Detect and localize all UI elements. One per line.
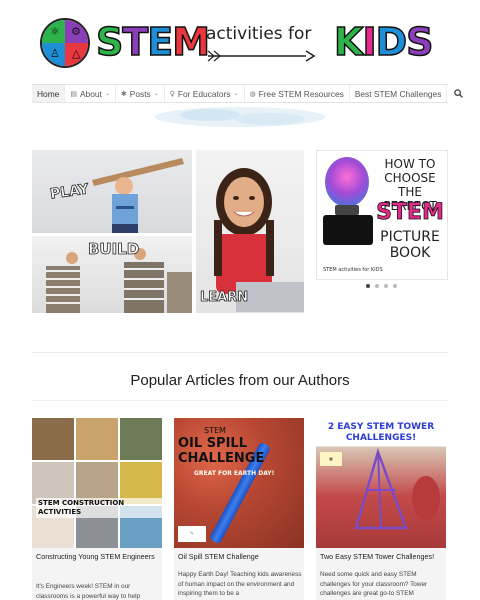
thumbnail-subtitle: GREAT FOR EARTH DAY! bbox=[194, 470, 275, 477]
learn-word: LEARN bbox=[200, 290, 249, 306]
logo-emblem-icon[interactable]: ⚛ ⚙ ♙ △ bbox=[40, 18, 90, 68]
learn-photo bbox=[214, 168, 304, 312]
slide-logo: STEM activities for KIDS bbox=[323, 267, 383, 273]
collage-photo bbox=[76, 418, 118, 460]
popular-heading: Popular Articles from our Authors bbox=[130, 372, 350, 389]
slider-dot[interactable] bbox=[375, 284, 379, 288]
decorative-splash bbox=[155, 107, 325, 127]
chevron-down-icon: ⌄ bbox=[153, 90, 159, 97]
article-excerpt: Need some quick and easy STEM challenges… bbox=[320, 571, 428, 597]
search-button[interactable] bbox=[447, 85, 470, 102]
author-badge: ▦ bbox=[320, 452, 342, 466]
logo-tagline: activities for bbox=[206, 24, 312, 44]
article-card[interactable]: STEM OIL SPILL CHALLENGE GREAT FOR EARTH… bbox=[174, 418, 304, 600]
construction-collage bbox=[32, 418, 162, 548]
divider bbox=[32, 400, 448, 401]
hero-image-learn[interactable]: LEARN bbox=[196, 150, 304, 313]
nav-item-posts[interactable]: ✱ Posts ⌄ bbox=[116, 85, 165, 102]
lightbulb-icon bbox=[325, 157, 369, 207]
logo-letter: T bbox=[122, 19, 149, 65]
logo-word-kids[interactable]: KIDS bbox=[333, 19, 434, 65]
slide-logo-stem: STEM bbox=[323, 267, 337, 273]
logo-letter: I bbox=[362, 19, 378, 65]
globe-icon: ◍ bbox=[249, 89, 256, 98]
nav-item-label: Best STEM Challenges bbox=[354, 88, 442, 99]
chevron-down-icon: ⌄ bbox=[104, 90, 110, 97]
article-thumbnail[interactable]: 2 EASY STEM TOWER CHALLENGES! ▦ bbox=[316, 418, 446, 548]
hero-image-play[interactable]: PLAY bbox=[32, 150, 192, 233]
thumbnail-title: OIL SPILL CHALLENGE bbox=[178, 436, 265, 466]
article-excerpt: Happy Earth Day! Teaching kids awareness… bbox=[178, 571, 302, 597]
gear-icon: ✱ bbox=[120, 89, 127, 98]
triangle-icon: △ bbox=[72, 47, 81, 60]
hero-image-build[interactable]: BUILD bbox=[32, 236, 192, 313]
build-word: BUILD bbox=[88, 240, 140, 259]
bulb-base bbox=[335, 205, 359, 215]
lightbulb-icon: ♀ bbox=[169, 89, 175, 98]
chevron-down-icon: ⌄ bbox=[233, 90, 239, 97]
nav-item-label: Home bbox=[37, 88, 60, 99]
site-header: ⚛ ⚙ ♙ △ STEM activities for KIDS bbox=[0, 0, 480, 84]
slider-dot[interactable] bbox=[366, 284, 370, 288]
main-nav: Home ▤ About ⌄ ✱ Posts ⌄ ♀ For Educators… bbox=[32, 84, 464, 103]
slide-title-line2: STEM bbox=[376, 200, 445, 226]
featured-slide[interactable]: HOW TO CHOOSE THE PERFECT STEM PICTURE B… bbox=[316, 150, 448, 280]
author-badge: ✎ bbox=[178, 526, 206, 542]
thumbnail-title: 2 EASY STEM TOWER CHALLENGES! bbox=[327, 422, 435, 443]
nav-item-home[interactable]: Home bbox=[32, 85, 66, 102]
gear-icon: ⚙ bbox=[71, 25, 81, 38]
logo-letter: S bbox=[405, 19, 434, 65]
person-icon: ♙ bbox=[50, 47, 60, 60]
search-icon bbox=[454, 89, 464, 98]
logo-letter: M bbox=[172, 19, 211, 65]
article-thumbnail[interactable]: STEM OIL SPILL CHALLENGE GREAT FOR EARTH… bbox=[174, 418, 304, 548]
article-title[interactable]: Two Easy STEM Tower Challenges! bbox=[320, 552, 444, 562]
nav-item-free-resources[interactable]: ◍ Free STEM Resources bbox=[245, 85, 350, 102]
logo-arrow-icon bbox=[207, 50, 316, 62]
logo-letter: D bbox=[375, 19, 408, 65]
nav-item-best-challenges[interactable]: Best STEM Challenges bbox=[350, 85, 448, 102]
article-thumbnail[interactable]: STEM CONSTRUCTION ACTIVITIES bbox=[32, 418, 162, 548]
info-icon: ▤ bbox=[70, 89, 77, 98]
thumbnail-label: STEM CONSTRUCTION ACTIVITIES bbox=[36, 498, 162, 518]
thumbnail-stem: STEM bbox=[204, 426, 226, 435]
article-card[interactable]: STEM CONSTRUCTION ACTIVITIES Constructin… bbox=[32, 418, 162, 600]
logo-letter: E bbox=[147, 19, 174, 65]
logo-letter: S bbox=[95, 19, 124, 65]
article-title[interactable]: Constructing Young STEM Engineers bbox=[36, 552, 160, 562]
article-title[interactable]: Oil Spill STEM Challenge bbox=[178, 552, 302, 562]
logo-word-stem[interactable]: STEM bbox=[95, 19, 211, 65]
slide-logo-kids: KIDS bbox=[370, 267, 383, 273]
collage-photo bbox=[32, 418, 74, 460]
nav-item-label: Free STEM Resources bbox=[258, 88, 344, 99]
nav-item-for-educators[interactable]: ♀ For Educators ⌄ bbox=[165, 85, 245, 102]
slider-dot[interactable] bbox=[384, 284, 388, 288]
book-icon bbox=[323, 215, 373, 245]
logo-letter: K bbox=[333, 19, 364, 65]
slider-pagination bbox=[366, 284, 397, 288]
article-excerpt: It's Engineers week! STEM in our classro… bbox=[36, 583, 141, 600]
atom-icon: ⚛ bbox=[50, 25, 60, 38]
article-card[interactable]: 2 EASY STEM TOWER CHALLENGES! ▦ Two Easy… bbox=[316, 418, 446, 600]
nav-item-about[interactable]: ▤ About ⌄ bbox=[65, 85, 116, 102]
nav-item-label: Posts bbox=[129, 88, 151, 99]
divider bbox=[32, 352, 448, 353]
slider-dot[interactable] bbox=[393, 284, 397, 288]
nav-item-label: For Educators bbox=[177, 88, 231, 99]
collage-photo bbox=[120, 418, 162, 460]
slide-title-line3: PICTURE BOOK bbox=[380, 229, 440, 261]
nav-item-label: About bbox=[79, 88, 102, 99]
slide-logo-mid: activities for bbox=[338, 267, 370, 273]
